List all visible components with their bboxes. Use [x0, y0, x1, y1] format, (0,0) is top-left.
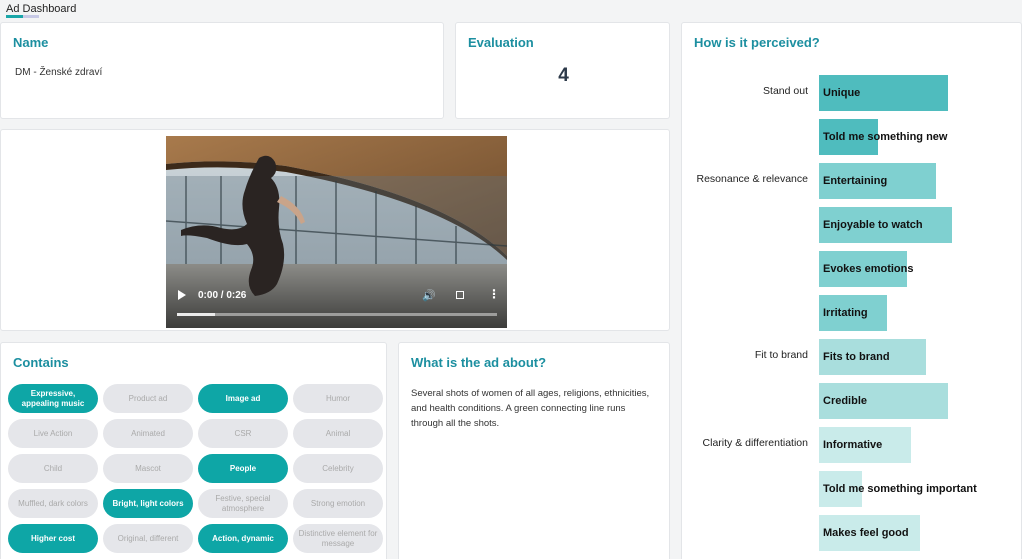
perception-bar-label: Irritating [823, 307, 868, 319]
video-time: 0:00 / 0:26 [198, 290, 247, 301]
about-text: Several shots of women of all ages, reli… [411, 388, 650, 429]
tag-pill: Mascot [103, 454, 193, 483]
contains-card: Contains Expressive, appealing music Prod… [0, 342, 387, 559]
tag-pill: Muffled, dark colors [8, 489, 98, 518]
perception-group-label: Resonance & relevance [696, 173, 809, 185]
tag-pill: Expressive, appealing music [8, 384, 98, 413]
about-title: What is the ad about? [411, 355, 547, 370]
tag-pill: CSR [198, 419, 288, 448]
evaluation-title: Evaluation [468, 35, 534, 50]
tag-pill: Celebrity [293, 454, 383, 483]
perception-bar-label: Entertaining [823, 175, 888, 187]
perception-bar-label: Informative [823, 439, 883, 451]
perception-group-label: Fit to brand [754, 349, 808, 361]
name-card: Name DM - Ženské zdraví [0, 22, 444, 119]
perception-bar-label: Makes feel good [823, 527, 909, 539]
video-progress-bar[interactable] [177, 313, 497, 316]
perception-bar-label: Credible [823, 395, 868, 407]
tag-pill: Image ad [198, 384, 288, 413]
tag-pill: Child [8, 454, 98, 483]
evaluation-card: Evaluation 4 [455, 22, 670, 119]
tag-pill: Product ad [103, 384, 193, 413]
tag-pill: Festive, special atmosphere [198, 489, 288, 518]
tab-bar: Ad Dashboard [0, 0, 1022, 20]
perception-bar-label: Told me something new [823, 131, 948, 143]
tag-pill: Humor [293, 384, 383, 413]
video-player[interactable]: 0:00 / 0:26 🔊 ⋮ [166, 136, 507, 328]
tag-pill: Strong emotion [293, 489, 383, 518]
tag-pill: Higher cost [8, 524, 98, 553]
tag-pill: Animal [293, 419, 383, 448]
contains-title: Contains [13, 355, 69, 370]
tag-pill: Original, different [103, 524, 193, 553]
tag-pill: Animated [103, 419, 193, 448]
tag-pill: Distinctive element for message [293, 524, 383, 553]
tab-indicator [6, 15, 39, 18]
fullscreen-icon[interactable] [456, 291, 464, 299]
evaluation-score: 4 [558, 65, 569, 86]
tab-ad-dashboard[interactable]: Ad Dashboard [6, 3, 76, 15]
play-icon[interactable] [178, 290, 186, 300]
perception-group-label: Clarity & differentiation [702, 437, 808, 449]
tag-pill: People [198, 454, 288, 483]
perception-bar-label: Unique [823, 87, 861, 99]
perception-bar-label: Enjoyable to watch [823, 219, 923, 231]
perception-bar-label: Fits to brand [823, 351, 890, 363]
tag-pill: Live Action [8, 419, 98, 448]
name-title: Name [13, 35, 49, 50]
perception-bar-label: Evokes emotions [823, 263, 914, 275]
video-card: 0:00 / 0:26 🔊 ⋮ [0, 129, 670, 331]
perception-bar-label: Told me something important [823, 483, 977, 495]
tag-pill: Action, dynamic [198, 524, 288, 553]
tag-pill: Bright, light colors [103, 489, 193, 518]
perception-group-label: Stand out [763, 85, 808, 97]
perception-title: How is it perceived? [694, 35, 820, 50]
more-options-icon[interactable]: ⋮ [488, 288, 500, 300]
about-card: What is the ad about? Several shots of w… [398, 342, 670, 559]
volume-icon[interactable]: 🔊 [422, 289, 436, 302]
ad-name-value: DM - Ženské zdraví [15, 67, 103, 78]
perception-card: How is it perceived? Unique Stand out Told… [681, 22, 1022, 559]
